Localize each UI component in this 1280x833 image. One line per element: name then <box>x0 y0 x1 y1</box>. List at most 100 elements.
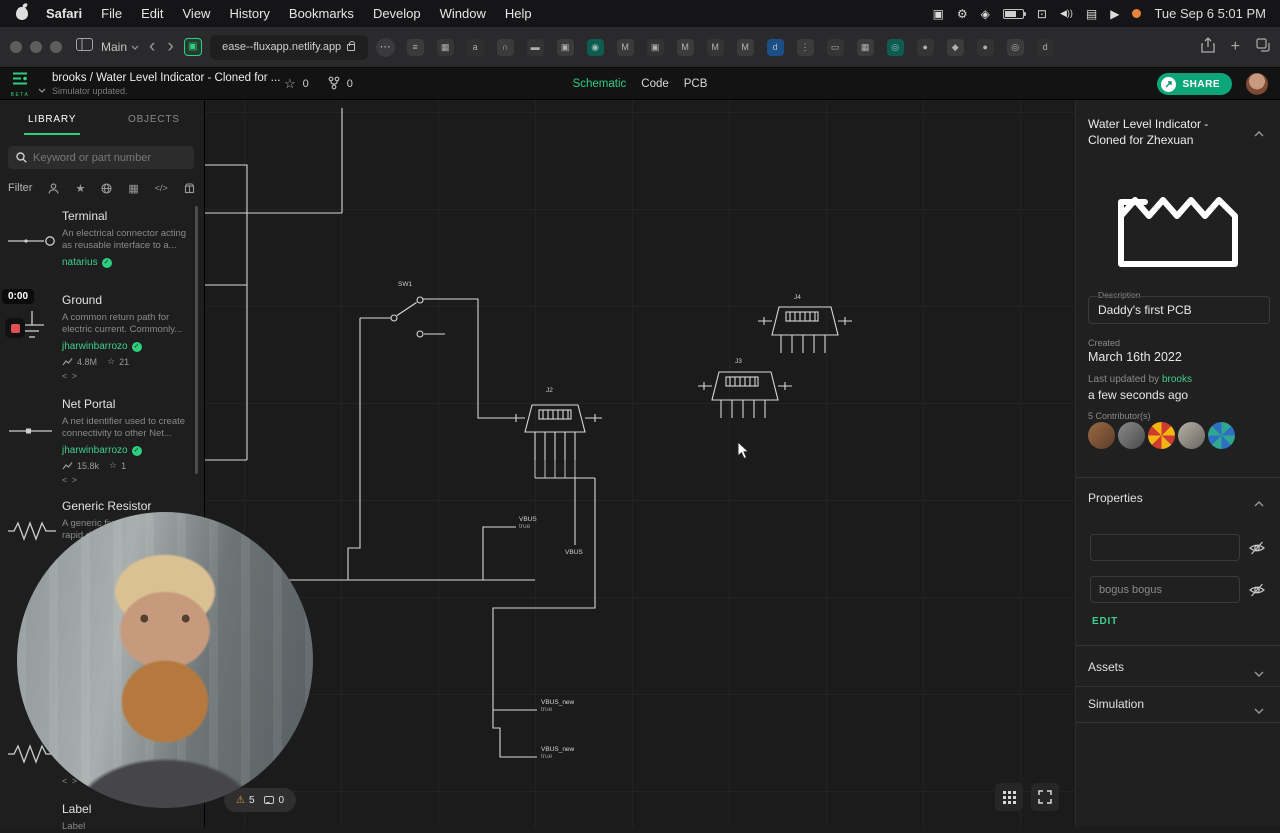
tab-favicon[interactable]: d <box>766 38 784 56</box>
updated-author[interactable]: brooks <box>1162 374 1192 385</box>
grid-toggle-button[interactable] <box>995 783 1023 811</box>
address-bar[interactable]: ease--fluxapp.netlify.app <box>209 34 368 60</box>
tab-favicon[interactable]: ⋮ <box>796 38 814 56</box>
more-options-icon[interactable]: ⋯ <box>375 37 395 57</box>
list-item-net-portal[interactable]: Net Portal A net identifier used to crea… <box>0 393 196 495</box>
contributor-avatar[interactable] <box>1148 422 1175 449</box>
edit-properties-button[interactable]: EDIT <box>1092 616 1118 627</box>
simulation-section-header[interactable]: Simulation <box>1088 697 1144 711</box>
component-j4[interactable] <box>758 306 852 353</box>
component-j3[interactable] <box>698 371 792 418</box>
tab-favicon[interactable]: ▦ <box>856 38 874 56</box>
list-item-ground[interactable]: Ground A common return path for electric … <box>0 289 196 393</box>
volume-icon[interactable]: ◀)) <box>1060 9 1073 18</box>
forward-button[interactable]: › <box>165 36 175 58</box>
filter-grid-icon[interactable]: ▦ <box>128 182 138 195</box>
tab-favicon[interactable]: ▦ <box>436 38 454 56</box>
user-avatar[interactable] <box>1246 73 1268 95</box>
tab-favicon[interactable]: ▬ <box>526 38 544 56</box>
menu-help[interactable]: Help <box>505 6 532 21</box>
description-field[interactable]: Daddy's first PCB <box>1088 296 1270 324</box>
tab-favicon[interactable]: ▭ <box>826 38 844 56</box>
tab-code[interactable]: Code <box>641 78 669 90</box>
contributor-avatar[interactable] <box>1178 422 1205 449</box>
author-name[interactable]: jharwinbarrozo <box>62 341 128 352</box>
battery-icon[interactable] <box>1002 8 1026 19</box>
property-input-2[interactable] <box>1090 576 1240 603</box>
active-tab-favicon[interactable]: ▣ <box>183 38 202 56</box>
display-icon[interactable]: ⊡ <box>1037 8 1047 20</box>
menubar-clock[interactable]: Tue Sep 6 5:01 PM <box>1154 6 1266 21</box>
expand-chevron-icon[interactable] <box>1254 664 1264 682</box>
menu-view[interactable]: View <box>183 6 211 21</box>
close-window-button[interactable] <box>10 41 22 53</box>
author-name[interactable]: natarius <box>62 257 98 268</box>
tab-favicon[interactable]: ◆ <box>946 38 964 56</box>
project-menu-chevron-icon[interactable] <box>38 80 46 98</box>
zoom-window-button[interactable] <box>50 41 62 53</box>
tab-favicon[interactable]: ∩ <box>496 38 514 56</box>
tab-favicon[interactable]: a <box>466 38 484 56</box>
tab-library[interactable]: LIBRARY <box>28 114 76 125</box>
tab-favicon[interactable]: ◎ <box>886 38 904 56</box>
list-item-terminal[interactable]: Terminal An electrical connector acting a… <box>0 205 196 289</box>
tab-favicon[interactable]: ▣ <box>646 38 664 56</box>
properties-section-header[interactable]: Properties <box>1088 491 1143 505</box>
menu-file[interactable]: File <box>101 6 122 21</box>
keyboard-icon[interactable]: ▤ <box>1086 8 1097 20</box>
contributor-avatar[interactable] <box>1118 422 1145 449</box>
sidebar-scrollbar[interactable] <box>195 206 198 474</box>
tab-objects[interactable]: OBJECTS <box>128 114 180 125</box>
gear-icon[interactable]: ⚙ <box>957 8 968 20</box>
author-name[interactable]: jharwinbarrozo <box>62 445 128 456</box>
screen-mirroring-icon[interactable]: ▣ <box>933 8 944 20</box>
schematic-canvas[interactable]: SW1 J2 J3 J4 VBUS true VBUS VBUS_new true … <box>205 100 1075 827</box>
filter-package-icon[interactable] <box>184 183 195 194</box>
menu-develop[interactable]: Develop <box>373 6 421 21</box>
component-j2[interactable] <box>510 404 602 478</box>
assets-section-header[interactable]: Assets <box>1088 660 1124 674</box>
tab-favicon[interactable]: d <box>1036 38 1054 56</box>
visibility-off-icon[interactable] <box>1249 541 1265 560</box>
tab-favicon[interactable]: ● <box>976 38 994 56</box>
apple-menu-icon[interactable] <box>16 7 28 20</box>
expand-chevron-icon[interactable] <box>1254 701 1264 719</box>
search-input[interactable] <box>33 151 183 164</box>
contributor-avatar[interactable] <box>1088 422 1115 449</box>
fullscreen-button[interactable] <box>1031 783 1059 811</box>
property-input-1[interactable] <box>1090 534 1240 561</box>
tab-favicon[interactable]: ▣ <box>556 38 574 56</box>
play-icon[interactable]: ▶ <box>1110 8 1119 20</box>
tab-favicon[interactable]: M <box>616 38 634 56</box>
menu-window[interactable]: Window <box>440 6 486 21</box>
tab-group-selector[interactable]: Main <box>101 40 139 54</box>
tab-favicon[interactable]: M <box>706 38 724 56</box>
component-sw1[interactable] <box>390 296 424 338</box>
stop-recording-button[interactable] <box>5 318 25 338</box>
tab-schematic[interactable]: Schematic <box>573 78 627 90</box>
menu-safari[interactable]: Safari <box>46 6 82 21</box>
menu-history[interactable]: History <box>229 6 269 21</box>
tab-favicon[interactable]: ● <box>916 38 934 56</box>
tab-pcb[interactable]: PCB <box>684 78 708 90</box>
flux-logo[interactable]: BETA <box>10 71 30 98</box>
minimize-window-button[interactable] <box>30 41 42 53</box>
recording-indicator-icon[interactable] <box>1132 9 1142 18</box>
webcam-bubble[interactable] <box>17 512 313 808</box>
new-tab-icon[interactable]: + <box>1231 38 1240 56</box>
tab-favicon[interactable]: ◎ <box>1006 38 1024 56</box>
part-search[interactable] <box>8 146 194 169</box>
share-page-icon[interactable] <box>1201 36 1215 58</box>
asterisk-icon[interactable]: ◈ <box>981 8 990 20</box>
fork-icon[interactable] <box>328 76 340 93</box>
tab-favicon[interactable]: M <box>736 38 754 56</box>
star-icon[interactable]: ☆ <box>284 76 296 92</box>
tab-favicon[interactable]: ≡ <box>406 38 424 56</box>
collapse-chevron-icon[interactable] <box>1254 124 1264 142</box>
sidebar-toggle-icon[interactable] <box>76 38 93 56</box>
filter-code-icon[interactable]: </> <box>155 183 168 193</box>
tab-overview-icon[interactable] <box>1256 37 1270 57</box>
contributor-avatar[interactable] <box>1208 422 1235 449</box>
filter-globe-icon[interactable] <box>101 182 112 194</box>
filter-star-icon[interactable]: ★ <box>75 182 85 195</box>
